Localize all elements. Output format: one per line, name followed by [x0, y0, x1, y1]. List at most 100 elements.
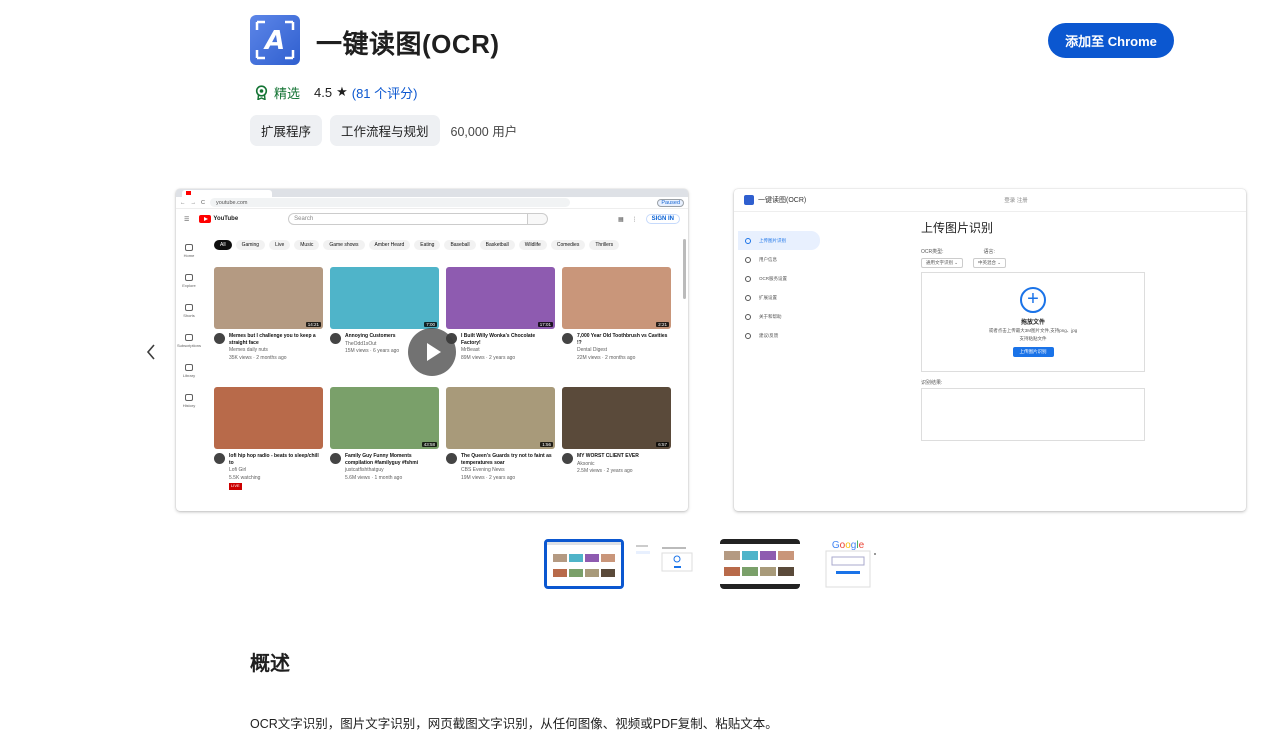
back-icon: ← — [180, 199, 186, 206]
sidebar-item-label: Subscriptions — [176, 343, 201, 348]
sidebar-item-icon — [185, 244, 193, 251]
youtube-sidebar-item: Subscriptions — [176, 326, 202, 356]
ocr-sidebar-icon — [745, 256, 751, 263]
ocr-result-box — [921, 388, 1145, 441]
ocr-app-title: 一键读图(OCR) — [758, 197, 807, 204]
video-meta: 89M views · 2 years ago — [461, 354, 516, 361]
video-title: MY WORST CLIENT EVER — [577, 453, 639, 459]
add-to-chrome-button[interactable]: 添加至 Chrome — [1048, 23, 1174, 58]
extension-title: 一键读图(OCR) — [316, 29, 500, 59]
rating-row: 精选 4.5 ★ (81 个评分) — [255, 82, 417, 102]
drop-hint: 或者点击上传最大3M图片文件,支持png、jpg — [988, 328, 1078, 333]
menu-icon: ☰ — [184, 216, 190, 223]
youtube-chip: Amber Heard — [368, 240, 411, 250]
screenshot-thumbnails: Google — [544, 539, 888, 589]
thumbnail-4[interactable]: Google — [808, 539, 888, 589]
youtube-chip: Baseball — [444, 240, 476, 250]
screenshot-youtube[interactable]: ← → C youtube.com Paused ☰ YouTube Searc… — [176, 189, 688, 511]
reviews-link[interactable]: (81 个评分) — [352, 83, 418, 102]
ocr-upload-button: 上传图片识别 — [1012, 347, 1054, 357]
video-meta: 35K views · 2 months ago — [229, 354, 287, 361]
video-card: 14:21 Memes but I challenge you to keep a… — [214, 267, 323, 381]
video-meta: 5.5K watching — [229, 474, 261, 481]
video-channel: Memes daily nuts — [229, 347, 268, 353]
youtube-sidebar-item: Library — [176, 356, 202, 386]
ocr-lang-label: 语言: — [983, 249, 995, 255]
video-duration: 6:57 — [656, 442, 669, 447]
channel-avatar — [214, 453, 225, 464]
youtube-chip: Music — [294, 240, 320, 250]
screenshot-ocr-app[interactable]: 一键读图(OCR) 登录 注册 上传图片识别 用户信息 OCR服务设置 扩展设置 关于和… — [734, 189, 1246, 511]
channel-avatar — [446, 453, 457, 464]
youtube-sidebar-item: Home — [176, 236, 202, 266]
video-channel: CBS Evening News — [461, 467, 505, 473]
video-meta: 19M views · 2 years ago — [461, 474, 516, 481]
video-card: 6:57 MY WORST CLIENT EVER Aksonic 2.5M view… — [562, 387, 671, 501]
sidebar-item-label: History — [182, 403, 196, 408]
ocr-sidebar-label: 建议/反馈 — [759, 332, 779, 338]
ocr-lang-select: 中英混合 ⌄ — [973, 258, 1007, 268]
video-duration: 14:21 — [305, 322, 321, 327]
thumbnail-3[interactable] — [720, 539, 800, 589]
video-thumbnail: 1:56 — [446, 387, 555, 449]
video-card: 1:56 The Queen's Guards try not to faint … — [446, 387, 555, 501]
carousel-prev-button[interactable] — [142, 339, 160, 365]
browser-tabbar — [176, 189, 688, 197]
video-duration: 7:00 — [424, 322, 437, 327]
youtube-chip: Gaming — [235, 240, 266, 250]
chip-extension[interactable]: 扩展程序 — [250, 115, 323, 146]
video-meta: 15M views · 6 years ago — [345, 348, 400, 354]
channel-avatar — [562, 333, 573, 344]
youtube-sidebar-item: History — [176, 386, 202, 416]
ocr-sidebar-item: 关于和帮助 — [738, 307, 820, 326]
ocr-logo-icon — [744, 195, 754, 205]
url-field: youtube.com — [209, 198, 570, 207]
featured-label: 精选 — [274, 85, 301, 101]
thumbnail-2[interactable] — [632, 539, 712, 589]
ocr-sidebar-item: OCR服务设置 — [738, 269, 820, 288]
video-card: lofi hip hop radio - beats to sleep/chil… — [214, 387, 323, 501]
rating-value: 4.5 — [314, 84, 333, 100]
youtube-header: ☰ YouTube Search ▦ ⋮ SIGN IN — [176, 209, 688, 229]
category-chips: 扩展程序 工作流程与规划 60,000 用户 — [250, 115, 517, 146]
video-channel: TheOdd1sOut — [345, 340, 377, 347]
ocr-sidebar-icon — [745, 332, 751, 339]
chip-workflow[interactable]: 工作流程与规划 — [330, 115, 440, 146]
sidebar-item-icon — [185, 394, 193, 401]
ocr-type-select: 通用文字识别 ⌄ — [921, 258, 964, 268]
video-play-icon[interactable] — [408, 328, 456, 376]
video-channel: MrBeast — [461, 347, 480, 353]
video-meta: 22M views · 2 months ago — [577, 354, 636, 361]
video-title: Memes but I challenge you to keep a stra… — [229, 333, 316, 346]
ocr-drop-zone: + 拖放文件 或者点击上传最大3M图片文件,支持png、jpg 支持粘贴文件 上… — [921, 272, 1145, 372]
overview-heading: 概述 — [250, 653, 290, 675]
youtube-chip: Live — [269, 240, 291, 250]
user-count: 60,000 用户 — [450, 125, 518, 139]
channel-avatar — [214, 333, 225, 344]
video-channel: Lofi Girl — [229, 467, 247, 473]
sidebar-item-icon — [185, 334, 193, 341]
thumbnail-1[interactable] — [544, 539, 624, 589]
paused-badge: Paused — [657, 198, 684, 207]
video-thumbnail: 43:58 — [330, 387, 439, 449]
svg-text:Google: Google — [832, 540, 865, 551]
apps-icon: ▦ — [617, 216, 624, 223]
video-title: Family Guy Funny Moments compilation #fa… — [345, 453, 419, 466]
video-meta: 2.5M views · 2 years ago — [577, 468, 633, 474]
browser-address-bar: ← → C youtube.com Paused — [176, 197, 688, 209]
youtube-sidebar: Home Explore Shorts Subscriptions Library His… — [176, 236, 202, 416]
ocr-sidebar-label: 用户信息 — [759, 256, 777, 262]
video-channel: justcatfishthatguy — [345, 467, 384, 473]
svg-text:A: A — [263, 26, 285, 56]
video-meta: 5.6M views · 1 month ago — [345, 474, 403, 481]
video-title: 7,000 Year Old Toothbrush vs Cavities !? — [577, 333, 668, 346]
ocr-sidebar-icon — [745, 275, 751, 282]
ocr-app-header: 一键读图(OCR) 登录 注册 — [734, 189, 1246, 212]
drop-hint-2: 支持粘贴文件 — [1019, 336, 1047, 341]
youtube-chip: Eating — [414, 240, 441, 250]
youtube-sidebar-item: Explore — [176, 266, 202, 296]
ocr-sidebar-label: 上传图片识别 — [759, 237, 786, 243]
video-thumbnail: 17:01 — [446, 267, 555, 329]
video-title: Annoying Customers — [345, 333, 396, 339]
ocr-sidebar-icon — [745, 294, 751, 301]
